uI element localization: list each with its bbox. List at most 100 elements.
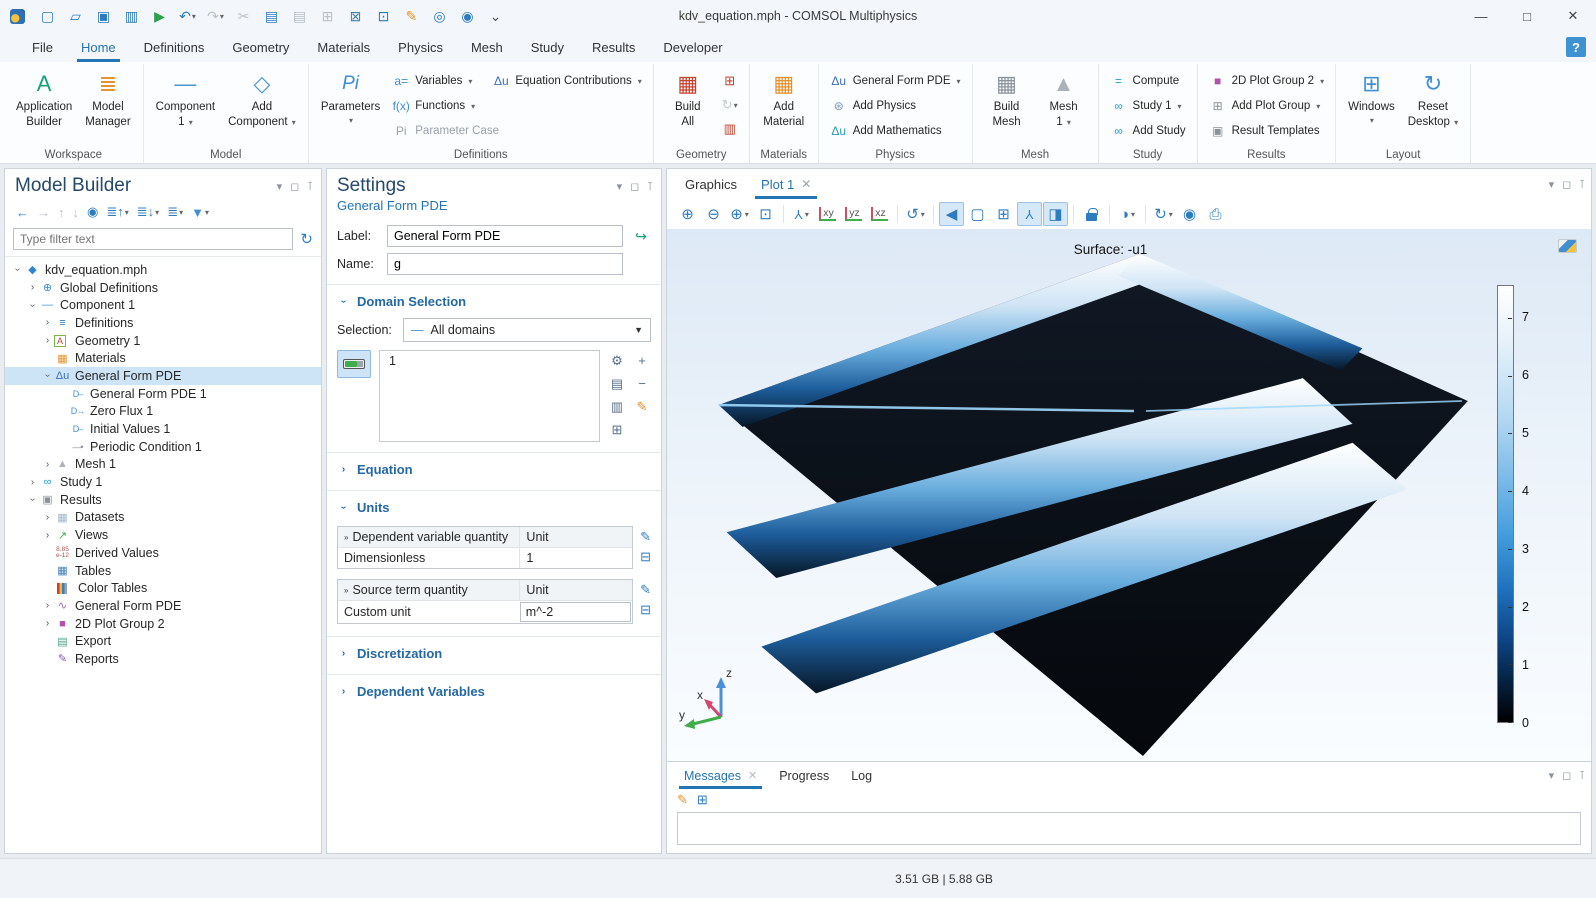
tab-progress[interactable]: Progress	[768, 762, 840, 789]
tree-item-kdv-equation[interactable]: ›◆kdv_equation.mph	[5, 261, 321, 279]
change-unit-icon[interactable]: ⊟	[640, 602, 651, 618]
view-xz-button[interactable]: xz	[867, 202, 892, 226]
refresh-icon[interactable]: ↻	[300, 230, 313, 248]
close-button[interactable]: ✕	[1550, 0, 1596, 32]
panel-float-icon[interactable]: ◻	[630, 180, 639, 193]
add-physics-button[interactable]: ⊛Add Physics	[826, 94, 920, 118]
panel-pin-icon[interactable]: ⊺	[307, 180, 313, 193]
redo-button[interactable]: ↷▾	[202, 3, 229, 29]
environment-reflections-button[interactable]: ▢	[965, 202, 990, 226]
tab-physics[interactable]: Physics	[384, 32, 457, 62]
move-up-button[interactable]: ↑	[55, 202, 68, 222]
save-button[interactable]: ▣	[90, 3, 117, 29]
duplicate-button[interactable]: ⊞	[314, 3, 341, 29]
add-plot-group-button[interactable]: ⊞Add Plot Group▾	[1205, 94, 1325, 118]
find-button[interactable]: ◎	[426, 3, 453, 29]
selection-dropdown[interactable]: — All domains ▼	[403, 318, 651, 342]
view-yz-button[interactable]: yz	[841, 202, 866, 226]
tab-graphics[interactable]: Graphics	[673, 169, 749, 199]
tree-item-color-tables[interactable]: Color Tables	[5, 579, 321, 597]
functions-button[interactable]: f(x)Functions▾	[388, 94, 479, 118]
add-component-button[interactable]: ◇AddComponent ▾	[223, 67, 301, 147]
parameter-case-button[interactable]: PiParameter Case	[388, 119, 503, 143]
unit-cell[interactable]: m^-2	[520, 602, 631, 622]
tab-plot-1[interactable]: Plot 1✕	[749, 169, 823, 199]
node-text-button[interactable]: ≣▾	[164, 202, 186, 222]
name-input[interactable]	[387, 253, 623, 275]
domain-selection-list[interactable]: 1	[379, 350, 600, 442]
build-all-button[interactable]: ▦BuildAll	[661, 67, 715, 147]
plot-area[interactable]: Surface: -u1 76543210 z x y	[667, 229, 1591, 761]
label-input[interactable]	[387, 225, 623, 247]
panel-menu-icon[interactable]: ▾	[1549, 769, 1555, 782]
panel-pin-icon[interactable]: ⊺	[647, 180, 653, 193]
add-to-selection-button[interactable]: +	[633, 350, 651, 371]
paste-button[interactable]: ▤	[286, 3, 313, 29]
add-mathematics-button[interactable]: ΔuAdd Mathematics	[826, 119, 946, 143]
panel-float-icon[interactable]: ◻	[1562, 769, 1571, 782]
select-box-button[interactable]: ⊡	[370, 3, 397, 29]
edit-quantity-icon[interactable]: ✎	[640, 582, 651, 598]
tree-item-mesh-1[interactable]: ›▲Mesh 1	[5, 456, 321, 474]
tree-item-component-1[interactable]: ›—Component 1	[5, 296, 321, 314]
customize-toolbar-button[interactable]: ⌄	[482, 3, 509, 29]
tree-item-study-1[interactable]: ›∞Study 1	[5, 473, 321, 491]
zoom-to-selection-button[interactable]: ⊞	[608, 419, 626, 440]
expand-all-button[interactable]: ≣↓▾	[134, 202, 162, 222]
remove-from-selection-button[interactable]: −	[633, 373, 651, 394]
active-toggle-button[interactable]	[337, 350, 371, 378]
delete-button[interactable]: ⊠	[342, 3, 369, 29]
tab-geometry[interactable]: Geometry	[218, 32, 303, 62]
mesh-1-button[interactable]: ▲Mesh1 ▾	[1037, 67, 1091, 147]
show-color-legend-button[interactable]: ◨	[1043, 202, 1068, 226]
quantity-table[interactable]: »Dependent variable quantityUnitDimensio…	[337, 526, 633, 569]
save-as-button[interactable]: ▥	[118, 3, 145, 29]
panel-menu-icon[interactable]: ▾	[1549, 178, 1555, 191]
tree-item-geometry-1[interactable]: ›AGeometry 1	[5, 332, 321, 350]
panel-pin-icon[interactable]: ⊺	[1579, 178, 1585, 191]
undo-button[interactable]: ↶▾	[174, 3, 201, 29]
zoom-box-button[interactable]: ⊕▾	[727, 202, 752, 226]
close-tab-icon[interactable]: ✕	[801, 177, 811, 191]
tab-study[interactable]: Study	[517, 32, 578, 62]
quantity-cell[interactable]: Custom unit	[338, 601, 519, 623]
zoom-in-button[interactable]: ⊕	[675, 202, 700, 226]
section-equation[interactable]: › Equation	[327, 452, 661, 484]
print-button[interactable]: ⎙	[1203, 202, 1228, 226]
add-study-button[interactable]: ∞Add Study	[1106, 119, 1190, 143]
open-file-button[interactable]: ▱	[62, 3, 89, 29]
compute-button[interactable]: =Compute	[1106, 69, 1184, 93]
view-lock-button[interactable]	[1079, 202, 1104, 226]
study-1-button[interactable]: ∞Study 1▾	[1106, 94, 1186, 118]
messages-content[interactable]	[677, 812, 1581, 845]
tree-item-zero-flux-1[interactable]: D→Zero Flux 1	[5, 403, 321, 421]
tree-item-definitions[interactable]: ›≡Definitions	[5, 314, 321, 332]
show-grid-button[interactable]: ⊞	[991, 202, 1016, 226]
tree-item-initial-values-1[interactable]: D‒Initial Values 1	[5, 420, 321, 438]
panel-menu-icon[interactable]: ▾	[277, 180, 283, 193]
scene-light-button[interactable]: ◀	[939, 202, 964, 226]
quantity-cell[interactable]: Dimensionless	[338, 548, 519, 568]
tree-filter-input[interactable]	[13, 228, 293, 250]
tree-item-general-form-pde-1[interactable]: D‒General Form PDE 1	[5, 385, 321, 403]
general-form-pde-select-button[interactable]: ΔuGeneral Form PDE▾	[826, 69, 965, 93]
zoom-out-button[interactable]: ⊖	[701, 202, 726, 226]
clear-selection-button[interactable]: ✎	[398, 3, 425, 29]
tree-item-global-definitions[interactable]: ›⊕Global Definitions	[5, 279, 321, 297]
close-tab-icon[interactable]: ✕	[748, 769, 757, 782]
plot-thumbnail-icon[interactable]	[1558, 239, 1577, 253]
add-material-button[interactable]: ▦AddMaterial	[757, 67, 811, 147]
tree-item-materials[interactable]: ▦Materials	[5, 349, 321, 367]
variables-button[interactable]: a=Variables▾	[388, 69, 476, 93]
surface-plot[interactable]	[667, 229, 1591, 761]
build-mesh-button[interactable]: ▦BuildMesh	[980, 67, 1034, 147]
tree-item-results-general-form-pde[interactable]: ›∿General Form PDE	[5, 597, 321, 615]
panel-float-icon[interactable]: ◻	[290, 180, 299, 193]
application-builder-button[interactable]: AApplicationBuilder	[11, 67, 77, 147]
tree-item-periodic-condition-1[interactable]: —•Periodic Condition 1	[5, 438, 321, 456]
domain-list-item[interactable]: 1	[389, 354, 590, 368]
image-snapshot-button[interactable]: ◉	[1177, 202, 1202, 226]
new-file-button[interactable]: ▢	[34, 3, 61, 29]
cut-button[interactable]: ✂	[230, 3, 257, 29]
section-discretization[interactable]: › Discretization	[327, 636, 661, 668]
